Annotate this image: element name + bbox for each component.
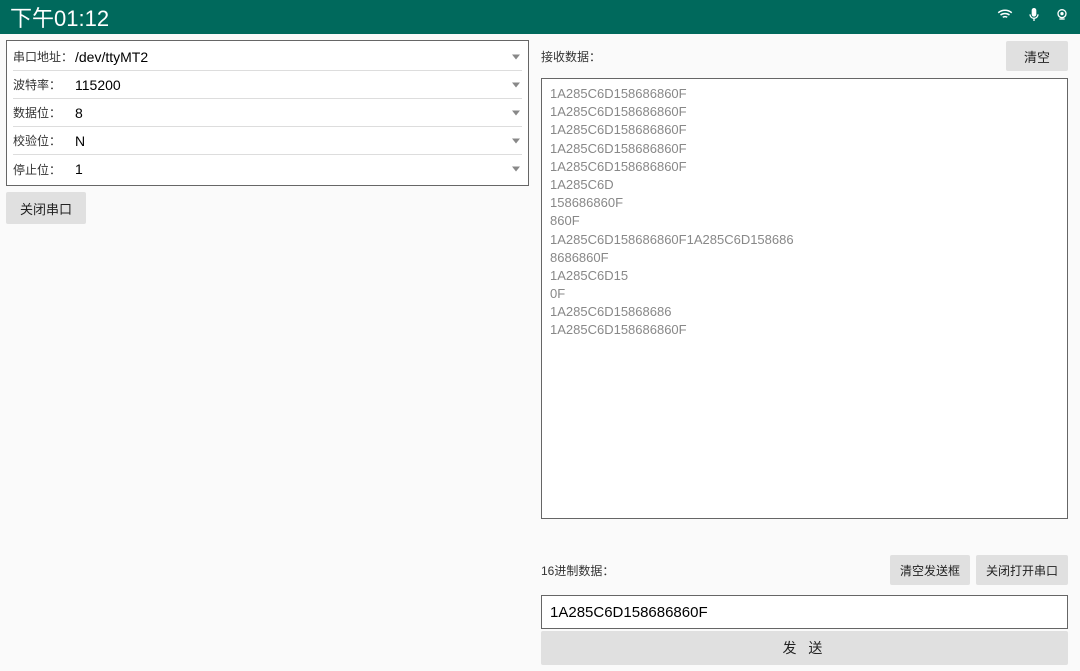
status-time: 下午01:12 xyxy=(10,1,109,33)
baud-dropdown[interactable]: 波特率： 115200 xyxy=(13,71,522,99)
baud-label: 波特率： xyxy=(13,76,75,93)
send-action-buttons: 清空发送框 关闭打开串口 xyxy=(890,555,1068,585)
address-dropdown[interactable]: 串口地址： /dev/ttyMT2 xyxy=(13,43,522,71)
parity-label: 校验位： xyxy=(13,132,75,149)
chevron-down-icon xyxy=(512,54,520,59)
address-label: 串口地址： xyxy=(13,48,75,65)
status-bar: 下午01:12 xyxy=(0,0,1080,34)
hex-data-input[interactable] xyxy=(541,595,1068,629)
baud-value: 115200 xyxy=(75,77,522,93)
right-panel: 接收数据： 清空 1A285C6D158686860F 1A285C6D1586… xyxy=(535,40,1074,665)
send-button[interactable]: 发 送 xyxy=(541,631,1068,665)
left-panel: 串口地址： /dev/ttyMT2 波特率： 115200 数据位： 8 校验位… xyxy=(6,40,529,665)
chevron-down-icon xyxy=(512,110,520,115)
close-serial-button[interactable]: 关闭串口 xyxy=(6,192,86,224)
send-label: 16进制数据： xyxy=(541,562,614,579)
config-box: 串口地址： /dev/ttyMT2 波特率： 115200 数据位： 8 校验位… xyxy=(6,40,529,186)
stopbits-value: 1 xyxy=(75,161,522,177)
databits-dropdown[interactable]: 数据位： 8 xyxy=(13,99,522,127)
stopbits-label: 停止位： xyxy=(13,161,75,178)
chevron-down-icon xyxy=(512,82,520,87)
receive-header: 接收数据： 清空 xyxy=(541,40,1068,72)
parity-dropdown[interactable]: 校验位： N xyxy=(13,127,522,155)
close-open-serial-button[interactable]: 关闭打开串口 xyxy=(976,555,1068,585)
address-value: /dev/ttyMT2 xyxy=(75,49,522,65)
camera-icon xyxy=(1054,7,1070,28)
databits-label: 数据位： xyxy=(13,104,75,121)
mic-icon xyxy=(1026,7,1042,28)
chevron-down-icon xyxy=(512,138,520,143)
databits-value: 8 xyxy=(75,105,522,121)
stopbits-dropdown[interactable]: 停止位： 1 xyxy=(13,155,522,183)
clear-button[interactable]: 清空 xyxy=(1006,41,1068,71)
receive-label: 接收数据： xyxy=(541,48,601,65)
clear-send-button[interactable]: 清空发送框 xyxy=(890,555,970,585)
wifi-icon xyxy=(996,6,1014,29)
chevron-down-icon xyxy=(512,167,520,172)
receive-textarea[interactable]: 1A285C6D158686860F 1A285C6D158686860F 1A… xyxy=(541,78,1068,519)
status-icons xyxy=(996,6,1070,29)
parity-value: N xyxy=(75,133,522,149)
main-content: 串口地址： /dev/ttyMT2 波特率： 115200 数据位： 8 校验位… xyxy=(0,34,1080,671)
send-header: 16进制数据： 清空发送框 关闭打开串口 xyxy=(541,553,1068,587)
